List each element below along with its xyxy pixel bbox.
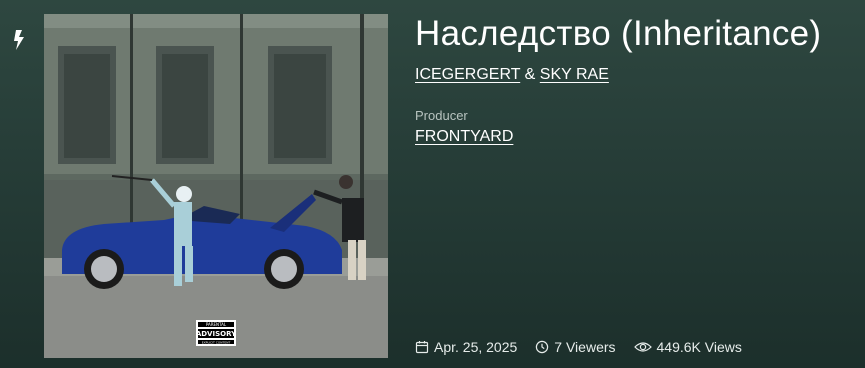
song-title: Наследство (Inheritance) (415, 14, 822, 53)
views-count: 449.6K Views (633, 339, 742, 355)
artist-separator: & (524, 66, 536, 83)
viewers-count: 7 Viewers (535, 339, 616, 355)
producer-label: Producer (415, 108, 468, 123)
artist-link[interactable]: SKY RAE (540, 66, 609, 83)
advisory-text-2: ADVISORY (196, 330, 237, 338)
parental-advisory-label: PARENTAL ADVISORY EXPLICIT CONTENT (196, 320, 237, 346)
clock-icon (536, 340, 549, 354)
viewers-text: 7 Viewers (554, 339, 616, 355)
advisory-text-1: PARENTAL (206, 322, 227, 327)
release-date: Apr. 25, 2025 (415, 339, 517, 355)
producer-link[interactable]: FRONTYARD (415, 128, 513, 146)
advisory-text-3: EXPLICIT CONTENT (202, 341, 231, 345)
artist-credits: ICEGERGERT & SKY RAE (415, 66, 609, 84)
artist-link[interactable]: ICEGERGERT (415, 66, 520, 83)
release-date-text: Apr. 25, 2025 (434, 339, 518, 355)
album-cover-art[interactable]: PARENTAL ADVISORY EXPLICIT CONTENT (44, 14, 388, 358)
song-meta-row: Apr. 25, 2025 7 Viewers 449.6K Views (415, 339, 760, 355)
views-text: 449.6K Views (656, 339, 742, 355)
eye-icon (633, 342, 652, 352)
calendar-icon (415, 341, 429, 354)
genius-logo-icon[interactable] (12, 28, 28, 52)
